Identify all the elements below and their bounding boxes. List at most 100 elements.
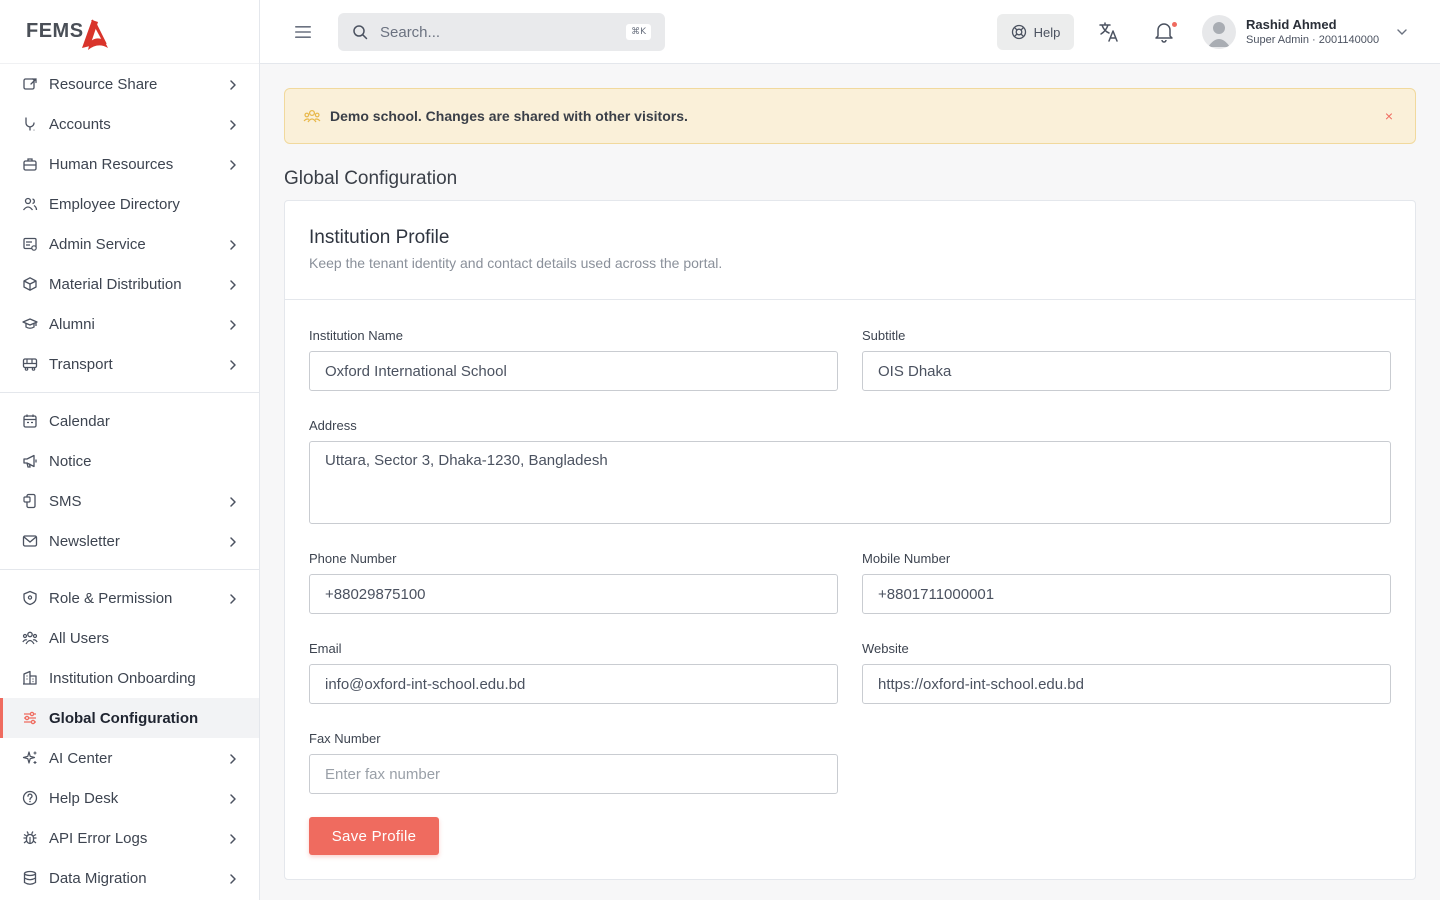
sidebar-item-label: Human Resources (49, 155, 174, 173)
sidebar-item-material-distribution[interactable]: Material Distribution (0, 264, 259, 304)
address-field: Address Uttara, Sector 3, Dhaka-1230, Ba… (309, 418, 1391, 524)
help-circle-icon (22, 790, 38, 806)
sidebar-item-admin-service[interactable]: Admin Service (0, 224, 259, 264)
translate-icon[interactable] (1098, 21, 1120, 43)
chevron-right-icon[interactable] (227, 318, 239, 330)
website-label: Website (862, 641, 909, 656)
phone-input[interactable]: +88029875100 (309, 574, 838, 614)
sidebar-item-global-configuration[interactable]: Global Configuration (0, 698, 259, 738)
logo[interactable]: FEMS (0, 0, 259, 64)
sidebar-item-calendar[interactable]: Calendar (0, 401, 259, 441)
fax-input[interactable]: Enter fax number (309, 754, 838, 794)
sparkles-icon (22, 750, 38, 766)
search-icon (353, 25, 368, 40)
sidebar-item-transport[interactable]: Transport (0, 344, 259, 384)
save-profile-button[interactable]: Save Profile (309, 817, 439, 855)
fax-label: Fax Number (309, 731, 381, 746)
admin-service-icon (22, 236, 38, 252)
sidebar-item-data-migration[interactable]: Data Migration (0, 858, 259, 898)
sidebar-nav: Resource Share Accounts Human Resources Emp… (0, 64, 259, 898)
calendar-icon (22, 413, 38, 429)
help-button[interactable]: Help (997, 14, 1074, 50)
sidebar-item-accounts[interactable]: Accounts (0, 104, 259, 144)
chevron-right-icon[interactable] (227, 78, 239, 90)
chevron-right-icon[interactable] (227, 592, 239, 604)
website-input[interactable]: https://oxford-int-school.edu.bd (862, 664, 1391, 704)
chevron-right-icon[interactable] (227, 158, 239, 170)
sidebar-item-label: Institution Onboarding (49, 669, 196, 687)
lifebuoy-icon (1011, 24, 1026, 40)
sidebar-item-label: Newsletter (49, 532, 120, 550)
institution-profile-card: Institution Profile Keep the tenant iden… (284, 200, 1416, 880)
sidebar-divider (0, 569, 259, 570)
building-icon (22, 670, 38, 686)
sidebar-item-alumni[interactable]: Alumni (0, 304, 259, 344)
topbar: ⌘K Help Rashid Ahmed Super Admin · 20011… (260, 0, 1440, 64)
mobile-field: Mobile Number +8801711000001 (862, 551, 1391, 614)
logo-book-icon (81, 19, 108, 50)
user-avatar-icon (1208, 22, 1230, 47)
phone-label: Phone Number (309, 551, 397, 566)
sidebar-item-label: Data Migration (49, 869, 147, 887)
search-bar[interactable]: ⌘K (338, 13, 665, 51)
users-icon (22, 196, 38, 212)
user-info[interactable]: Rashid Ahmed Super Admin · 2001140000 (1246, 17, 1379, 46)
sidebar-item-label: Employee Directory (49, 195, 180, 213)
chevron-down-icon[interactable] (1396, 27, 1408, 37)
sidebar-item-label: API Error Logs (49, 829, 148, 847)
chevron-right-icon[interactable] (227, 118, 239, 130)
email-input[interactable]: info@oxford-int-school.edu.bd (309, 664, 838, 704)
chevron-right-icon[interactable] (227, 752, 239, 764)
user-group-icon (22, 630, 38, 646)
search-shortcut: ⌘K (626, 24, 651, 40)
sidebar-item-institution-onboarding[interactable]: Institution Onboarding (0, 658, 259, 698)
subtitle-input[interactable]: OIS Dhaka (862, 351, 1391, 391)
mobile-label: Mobile Number (862, 551, 951, 566)
sidebar-item-label: Resource Share (49, 75, 158, 93)
institution-name-input[interactable]: Oxford International School (309, 351, 838, 391)
sidebar-item-newsletter[interactable]: Newsletter (0, 521, 259, 561)
chevron-right-icon[interactable] (227, 238, 239, 250)
menu-icon[interactable] (294, 24, 312, 40)
sidebar-item-help-desk[interactable]: Help Desk (0, 778, 259, 818)
mobile-input[interactable]: +8801711000001 (862, 574, 1391, 614)
close-icon[interactable]: × (1381, 108, 1397, 124)
bug-icon (22, 830, 38, 846)
page-title: Global Configuration (284, 168, 458, 189)
graduation-cap-icon (22, 316, 38, 332)
banner-text: Demo school. Changes are shared with oth… (330, 108, 688, 124)
bus-icon (22, 356, 38, 372)
share-icon (22, 76, 38, 92)
sidebar-item-label: Material Distribution (49, 275, 182, 293)
avatar[interactable] (1202, 15, 1236, 49)
sidebar-item-resource-share[interactable]: Resource Share (0, 64, 259, 104)
sidebar-item-notice[interactable]: Notice (0, 441, 259, 481)
chevron-right-icon[interactable] (227, 495, 239, 507)
chevron-right-icon[interactable] (227, 535, 239, 547)
help-label: Help (1033, 24, 1061, 40)
notification-dot (1172, 22, 1177, 27)
sidebar-item-employee-directory[interactable]: Employee Directory (0, 184, 259, 224)
sidebar-item-label: Help Desk (49, 789, 119, 807)
user-name: Rashid Ahmed (1246, 17, 1337, 32)
sidebar-item-api-error-logs[interactable]: API Error Logs (0, 818, 259, 858)
sidebar: FEMS Resource Share Accounts Human Resourc… (0, 0, 260, 900)
sidebar-item-all-users[interactable]: All Users (0, 618, 259, 658)
sidebar-item-label: Transport (49, 355, 113, 373)
database-icon (22, 870, 38, 886)
shield-icon (22, 590, 38, 606)
bell-icon[interactable] (1154, 21, 1174, 43)
sidebar-item-sms[interactable]: SMS (0, 481, 259, 521)
logo-text: FEMS (26, 20, 84, 42)
search-input[interactable] (380, 23, 627, 41)
chevron-right-icon[interactable] (227, 872, 239, 884)
chevron-right-icon[interactable] (227, 792, 239, 804)
chevron-right-icon[interactable] (227, 278, 239, 290)
website-field: Website https://oxford-int-school.edu.bd (862, 641, 1391, 704)
sidebar-item-ai-center[interactable]: AI Center (0, 738, 259, 778)
chevron-right-icon[interactable] (227, 832, 239, 844)
address-textarea[interactable]: Uttara, Sector 3, Dhaka-1230, Bangladesh (309, 441, 1391, 524)
sidebar-item-role-and-permission[interactable]: Role & Permission (0, 578, 259, 618)
sidebar-item-human-resources[interactable]: Human Resources (0, 144, 259, 184)
chevron-right-icon[interactable] (227, 358, 239, 370)
